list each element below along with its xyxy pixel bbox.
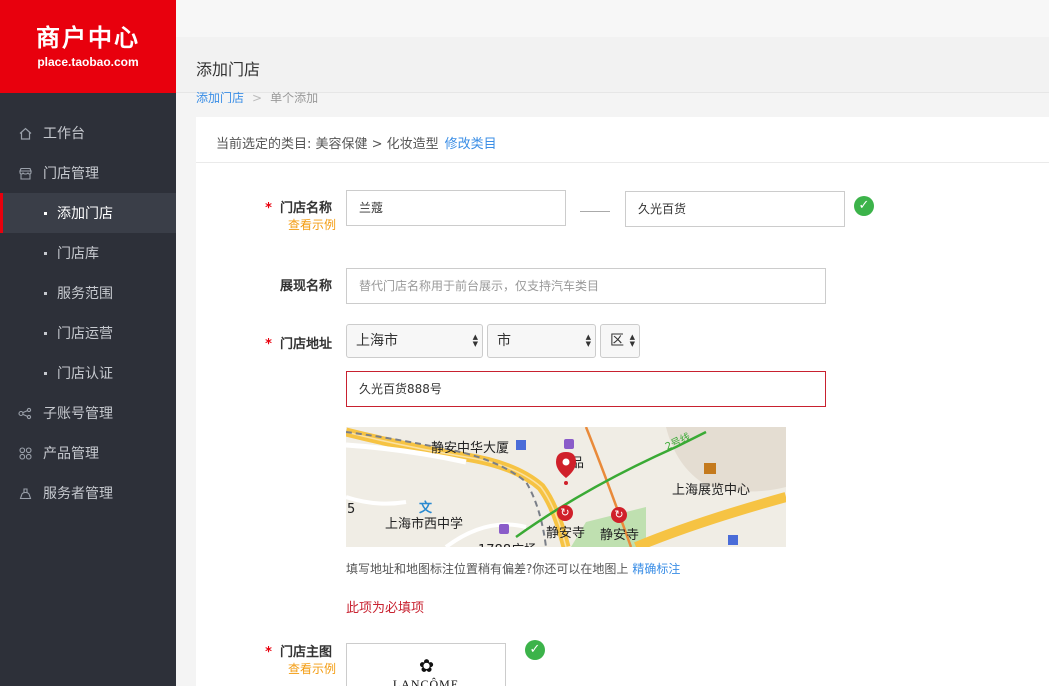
shopping-icon [564,439,574,449]
sidebar: 商户中心 place.taobao.com 工作台 门店管理 添加门店 门店库 … [0,0,176,686]
category-text: 当前选定的类目: 美容保健 > 化妆造型 [216,137,439,152]
grid-icon [18,446,32,460]
store-icon [18,166,32,180]
city-select-value: 市 [497,333,511,349]
category-bar: 当前选定的类目: 美容保健 > 化妆造型 修改类目 [196,117,1049,163]
main-image-example-link[interactable]: 查看示例 [216,660,336,677]
map-hint-text: 填写地址和地图标注位置稍有偏差?你还可以在地图上 [346,562,629,576]
building-icon [516,440,526,450]
sidebar-item-workbench[interactable]: 工作台 [0,113,176,153]
sidebar-item-add-store[interactable]: 添加门店 [0,193,176,233]
map-pin-icon [556,452,576,485]
brand-logo-text: LANCÔME [392,677,460,686]
metro-icon: ↻ [611,507,627,523]
sidebar-item-label: 服务者管理 [43,486,113,502]
location-map[interactable]: 静安中华大厦 上海展览中心 上海市西中学 静安寺 静安寺 1788广场 2号线 … [346,427,786,547]
select-arrows-icon: ▲ ▼ [629,333,635,348]
sidebar-item-label: 门店认证 [57,366,113,382]
breadcrumb-link-add-store[interactable]: 添加门店 [196,91,244,103]
main-content: 添加门店 > 单个添加 当前选定的类目: 美容保健 > 化妆造型 修改类目 * 门店名称… [196,91,1049,686]
logo-subtitle: place.taobao.com [37,55,139,69]
bullet-icon [44,291,47,295]
dash-separator [580,211,610,212]
store-name-input-2[interactable]: 久光百货 [625,191,845,227]
map-label-1788-plaza: 1788广场 [478,539,537,547]
check-icon: ✓ [854,196,874,216]
school-icon: 文 [419,501,433,516]
main-image-preview[interactable]: ✿ LANCÔME [346,643,506,686]
required-error-text: 此项为必填项 [346,601,425,616]
home-icon [18,126,32,140]
sidebar-nav: 工作台 门店管理 添加门店 门店库 服务范围 门店运营 门店认证 子账号管理 产… [0,93,176,513]
map-label-jingan-temple-2: 静安寺 [600,528,640,543]
province-select[interactable]: 上海市 ▲ ▼ [346,324,483,358]
breadcrumb-current: 单个添加 [270,91,319,103]
main-image-label-text: 门店主图 [279,645,332,660]
rose-logo-icon: ✿ [419,656,435,677]
bullet-icon [44,211,47,215]
store-name-label: * 门店名称 [212,197,332,216]
sidebar-item-subaccount[interactable]: 子账号管理 [0,393,176,433]
select-arrows-icon: ▲ ▼ [472,333,478,348]
sidebar-item-product-management[interactable]: 产品管理 [0,433,176,473]
sidebar-item-label: 子账号管理 [43,406,113,422]
sidebar-item-servicer-management[interactable]: 服务者管理 [0,473,176,513]
sidebar-item-label: 门店运营 [57,326,113,342]
logo[interactable]: 商户中心 place.taobao.com [0,0,176,93]
logo-title: 商户中心 [36,24,140,52]
required-mark: * [265,201,272,216]
required-mark: * [265,645,272,660]
map-label-jingan-plaza: 静安中华大厦 [431,441,510,456]
select-arrows-icon: ▲ ▼ [585,333,591,348]
required-mark: * [265,337,272,352]
bullet-icon [44,371,47,375]
map-label-expo-center: 上海展览中心 [672,483,751,498]
display-name-input[interactable]: 替代门店名称用于前台展示，仅支持汽车类目 [346,268,826,304]
precise-mark-link[interactable]: 精确标注 [632,562,680,576]
display-name-label: 展现名称 [279,279,332,294]
page-title: 添加门店 [196,60,261,79]
province-select-value: 上海市 [356,333,398,349]
sidebar-item-label: 产品管理 [43,446,99,462]
sidebar-item-store-library[interactable]: 门店库 [0,233,176,273]
map-label-jingan-temple-1: 静安寺 [546,526,586,541]
metro-icon: ↻ [557,505,573,521]
form-card: 当前选定的类目: 美容保健 > 化妆造型 修改类目 * 门店名称 查看示例 兰蔻 久… [196,117,1049,686]
sidebar-item-store-management[interactable]: 门店管理 [0,153,176,193]
map-label-5: 5 [347,502,356,517]
breadcrumb: 添加门店 > 单个添加 [196,89,318,103]
address-label: * 门店地址 [212,333,332,352]
change-category-link[interactable]: 修改类目 [445,137,497,152]
district-select[interactable]: 区 ▲ ▼ [600,324,640,358]
district-select-value: 区 [610,333,624,349]
sidebar-item-label: 门店库 [57,246,99,262]
top-bar [176,0,1049,37]
city-select[interactable]: 市 ▲ ▼ [487,324,596,358]
store-name-label-text: 门店名称 [279,201,332,216]
sidebar-item-store-operation[interactable]: 门店运营 [0,313,176,353]
sidebar-item-service-range[interactable]: 服务范围 [0,273,176,313]
store-name-example-link[interactable]: 查看示例 [216,216,336,233]
main-image-label: * 门店主图 [212,641,332,660]
building-icon [728,535,738,545]
page-header: 添加门店 [176,37,1049,93]
map-hint: 填写地址和地图标注位置稍有偏差?你还可以在地图上 精确标注 [346,560,680,577]
sidebar-item-label: 添加门店 [57,206,113,222]
store-name-input-1[interactable]: 兰蔻 [346,190,566,226]
museum-icon [704,463,716,474]
shopping-icon [499,524,509,534]
sidebar-item-label: 服务范围 [57,286,113,302]
address-label-text: 门店地址 [279,337,332,352]
address-detail-input[interactable]: 久光百货888号 [346,371,826,407]
sidebar-item-label: 工作台 [43,126,85,142]
breadcrumb-separator: > [252,91,263,103]
sidebar-item-store-certification[interactable]: 门店认证 [0,353,176,393]
bullet-icon [44,251,47,255]
sidebar-item-label: 门店管理 [43,166,99,182]
bullet-icon [44,331,47,335]
check-icon: ✓ [525,640,545,660]
user-icon [18,486,32,500]
share-icon [18,406,32,420]
